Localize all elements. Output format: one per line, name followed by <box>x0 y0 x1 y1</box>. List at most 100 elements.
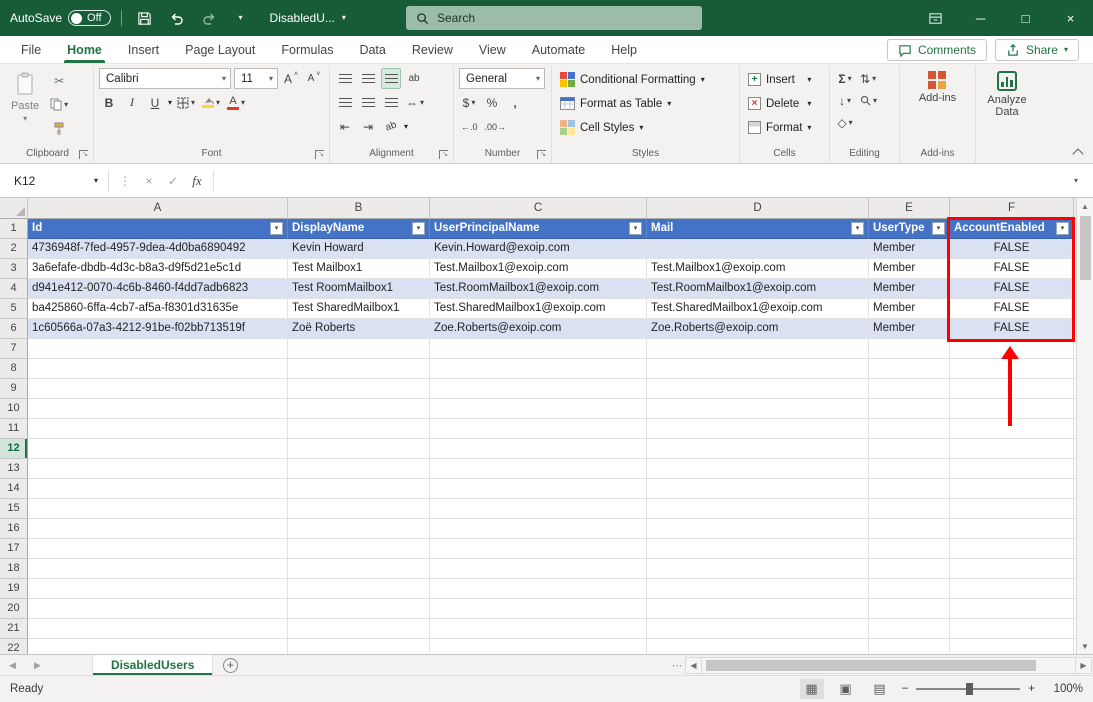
cell-D3[interactable]: Test.Mailbox1@exoip.com <box>647 259 869 279</box>
row-header-20[interactable]: 20 <box>0 599 28 619</box>
cell-E12[interactable] <box>869 439 950 459</box>
format-as-table-button[interactable]: Format as Table ▾ <box>557 92 708 115</box>
row-header-11[interactable]: 11 <box>0 419 28 439</box>
paste-button[interactable]: Paste ▾ <box>7 68 43 123</box>
cell-C7[interactable] <box>430 339 647 359</box>
close-button[interactable]: × <box>1048 0 1093 36</box>
cell-F17[interactable] <box>950 539 1074 559</box>
align-left-button[interactable] <box>335 92 355 113</box>
cell-F11[interactable] <box>950 419 1074 439</box>
cell-F16[interactable] <box>950 519 1074 539</box>
cell-C14[interactable] <box>430 479 647 499</box>
row-header-1[interactable]: 1 <box>0 219 28 239</box>
cut-button[interactable]: ✂ <box>48 70 70 91</box>
cell-E14[interactable] <box>869 479 950 499</box>
cell-D19[interactable] <box>647 579 869 599</box>
cell-A7[interactable] <box>28 339 288 359</box>
top-align-button[interactable] <box>335 68 355 89</box>
row-header-8[interactable]: 8 <box>0 359 28 379</box>
cell-D5[interactable]: Test.SharedMailbox1@exoip.com <box>647 299 869 319</box>
decrease-font-size-button[interactable]: A˅ <box>304 68 324 89</box>
cell-D15[interactable] <box>647 499 869 519</box>
autosave-toggle[interactable]: AutoSave Off <box>10 10 111 26</box>
delete-cells-button[interactable]: × Delete ▾ <box>745 92 814 115</box>
expand-formula-bar-button[interactable]: ▾ <box>1065 177 1087 185</box>
borders-button[interactable]: ▾ <box>175 92 197 113</box>
font-name-combobox[interactable]: Calibri▾ <box>99 68 231 89</box>
cell-D14[interactable] <box>647 479 869 499</box>
cell-B17[interactable] <box>288 539 430 559</box>
cell-A5[interactable]: ba425860-6ffa-4cb7-af5a-f8301d31635e <box>28 299 288 319</box>
font-size-combobox[interactable]: 11▾ <box>234 68 278 89</box>
cell-A11[interactable] <box>28 419 288 439</box>
cell-C2[interactable]: Kevin.Howard@exoip.com <box>430 239 647 259</box>
undo-button[interactable] <box>164 4 190 32</box>
orientation-button[interactable]: ab <box>378 113 404 140</box>
horizontal-scrollbar[interactable] <box>702 657 1075 674</box>
normal-view-button[interactable]: ▦ <box>800 679 824 699</box>
row-header-18[interactable]: 18 <box>0 559 28 579</box>
cell-F7[interactable] <box>950 339 1074 359</box>
cell-C19[interactable] <box>430 579 647 599</box>
cell-E18[interactable] <box>869 559 950 579</box>
cell-F22[interactable] <box>950 639 1074 654</box>
cell-A3[interactable]: 3a6efafe-dbdb-4d3c-b8a3-d9f5d21e5c1d <box>28 259 288 279</box>
row-header-3[interactable]: 3 <box>0 259 28 279</box>
column-header-C[interactable]: C <box>430 198 647 219</box>
cell-A10[interactable] <box>28 399 288 419</box>
row-header-10[interactable]: 10 <box>0 399 28 419</box>
cell-D22[interactable] <box>647 639 869 654</box>
cell-F21[interactable] <box>950 619 1074 639</box>
vertical-scrollbar[interactable]: ▲ ▼ <box>1076 198 1093 654</box>
cell-A16[interactable] <box>28 519 288 539</box>
filter-button-AccountEnabled[interactable]: ▾ <box>1056 222 1069 235</box>
cell-D20[interactable] <box>647 599 869 619</box>
increase-indent-button[interactable]: ⇥ <box>358 116 378 137</box>
addins-button[interactable]: Add-ins <box>915 68 960 104</box>
cell-A21[interactable] <box>28 619 288 639</box>
cell-D10[interactable] <box>647 399 869 419</box>
cell-F9[interactable] <box>950 379 1074 399</box>
cell-B21[interactable] <box>288 619 430 639</box>
increase-font-size-button[interactable]: A˄ <box>281 68 301 89</box>
cell-F6[interactable]: FALSE <box>950 319 1074 339</box>
font-color-button[interactable]: A▾ <box>225 92 247 113</box>
cell-C18[interactable] <box>430 559 647 579</box>
header-cell-AccountEnabled[interactable]: AccountEnabled▾ <box>950 219 1074 239</box>
cell-C10[interactable] <box>430 399 647 419</box>
cell-B18[interactable] <box>288 559 430 579</box>
cell-E22[interactable] <box>869 639 950 654</box>
cell-C3[interactable]: Test.Mailbox1@exoip.com <box>430 259 647 279</box>
tab-view[interactable]: View <box>466 36 519 63</box>
cell-D6[interactable]: Zoe.Roberts@exoip.com <box>647 319 869 339</box>
customize-quick-access-button[interactable]: ▾ <box>228 4 254 32</box>
cell-C13[interactable] <box>430 459 647 479</box>
cell-B15[interactable] <box>288 499 430 519</box>
cell-A4[interactable]: d941e412-0070-4c6b-8460-f4dd7adb6823 <box>28 279 288 299</box>
cell-C17[interactable] <box>430 539 647 559</box>
filter-button-UserType[interactable]: ▾ <box>932 222 945 235</box>
find-select-button[interactable]: ▾ <box>858 90 879 111</box>
percent-style-button[interactable]: % <box>482 92 502 113</box>
header-cell-UserType[interactable]: UserType▾ <box>869 219 950 239</box>
tab-automate[interactable]: Automate <box>519 36 599 63</box>
cell-F20[interactable] <box>950 599 1074 619</box>
name-box[interactable]: K12 ▾ <box>8 169 104 193</box>
tab-splitter-handle[interactable]: ⋯ <box>669 659 685 672</box>
scroll-down-button[interactable]: ▼ <box>1077 638 1093 654</box>
bold-button[interactable]: B <box>99 92 119 113</box>
align-right-button[interactable] <box>381 92 401 113</box>
cell-E15[interactable] <box>869 499 950 519</box>
minimize-button[interactable]: ─ <box>958 0 1003 36</box>
cell-B8[interactable] <box>288 359 430 379</box>
row-header-9[interactable]: 9 <box>0 379 28 399</box>
cell-B5[interactable]: Test SharedMailbox1 <box>288 299 430 319</box>
cell-C5[interactable]: Test.SharedMailbox1@exoip.com <box>430 299 647 319</box>
tab-page-layout[interactable]: Page Layout <box>172 36 268 63</box>
filter-button-Mail[interactable]: ▾ <box>851 222 864 235</box>
select-all-corner[interactable] <box>0 198 28 219</box>
hscroll-left-button[interactable]: ◀ <box>685 657 702 674</box>
cell-F3[interactable]: FALSE <box>950 259 1074 279</box>
cell-B11[interactable] <box>288 419 430 439</box>
zoom-percentage[interactable]: 100% <box>1045 683 1083 695</box>
